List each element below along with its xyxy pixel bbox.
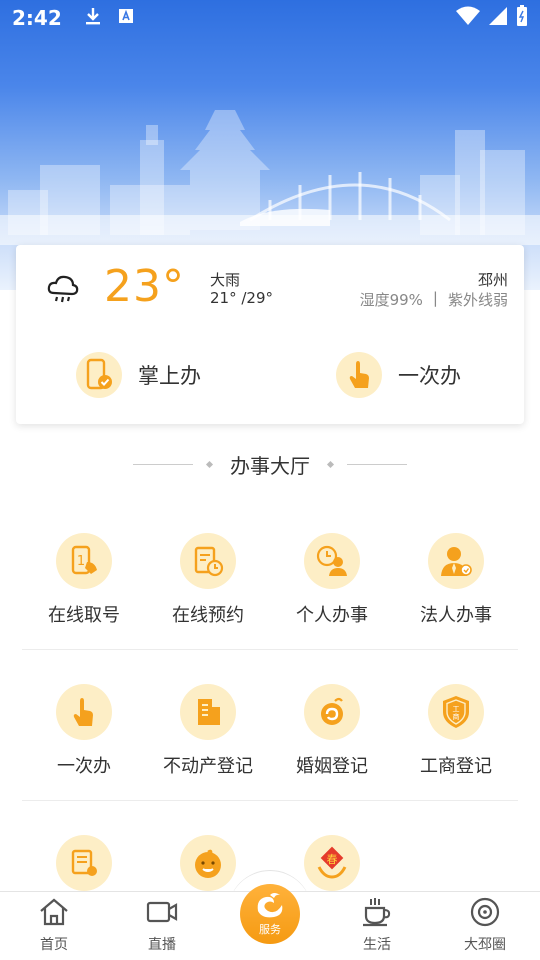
service-label: 婚姻登记: [296, 756, 368, 777]
baby-face-icon: [180, 835, 236, 891]
humidity: 湿度99%: [359, 291, 423, 309]
service-label: 个人办事: [296, 605, 368, 626]
title-divider-right: [347, 464, 407, 465]
separator: |: [432, 289, 438, 307]
nav-label: 直播: [148, 937, 176, 953]
take-number-icon: 1: [56, 533, 112, 589]
quick-action-label: 一次办: [398, 364, 461, 388]
uv-index: 紫外线弱: [447, 291, 508, 309]
legal-person-icon: [428, 533, 484, 589]
service-document-fee[interactable]: [22, 835, 146, 891]
home-icon: [37, 896, 71, 932]
wave-logo-icon: [252, 891, 288, 923]
target-circle-icon: [468, 896, 502, 932]
service-label: 不动产登记: [163, 756, 253, 777]
font-icon: [118, 8, 134, 28]
svg-text:春: 春: [327, 853, 338, 866]
appointment-icon: [180, 533, 236, 589]
battery-icon: [516, 5, 528, 31]
service-legal-person[interactable]: 法人办事: [394, 533, 518, 627]
section-title-text: 办事大厅: [230, 454, 310, 478]
service-business-registration[interactable]: 工商 工商登记: [394, 684, 518, 778]
section-title: 办事大厅: [0, 450, 540, 479]
service-label: 法人办事: [420, 605, 492, 626]
nav-service[interactable]: 服务: [240, 884, 300, 944]
service-row-1: 1 在线取号 在线预约 个人办事 法人办事: [0, 533, 540, 673]
nav-label: 生活: [363, 937, 391, 953]
status-bar: 2:42: [0, 0, 540, 36]
spring-festival-icon: 春: [304, 835, 360, 891]
nav-label: 首页: [40, 937, 68, 953]
service-real-estate[interactable]: 不动产登记: [146, 684, 270, 778]
coffee-cup-icon: [360, 896, 394, 932]
title-divider-left: [133, 464, 193, 465]
service-label: 在线取号: [48, 605, 120, 626]
weather-description: 大雨: [210, 271, 241, 289]
business-shield-icon: 工商: [428, 684, 484, 740]
city-name[interactable]: 邳州: [478, 269, 508, 290]
finger-tap-icon: [336, 352, 382, 398]
quick-action-mobile[interactable]: 掌上办: [76, 352, 201, 398]
service-marriage[interactable]: 婚姻登记: [270, 684, 394, 778]
nav-label: 大邳圈: [464, 937, 506, 953]
status-time: 2:42: [12, 6, 62, 30]
service-label: 在线预约: [172, 605, 244, 626]
real-estate-icon: [180, 684, 236, 740]
person-affairs-icon: [304, 533, 360, 589]
temperature: 23°: [104, 261, 185, 312]
video-camera-icon: [145, 896, 179, 932]
service-row-2: 一次办 不动产登记 婚姻登记 工商 工商登记: [0, 684, 540, 824]
rain-cloud-icon: [46, 273, 80, 311]
marriage-icon: [304, 684, 360, 740]
nav-life[interactable]: 生活: [327, 892, 427, 960]
temperature-range: 21° /29°: [210, 289, 273, 307]
title-dot-right: [326, 460, 335, 469]
nav-circle[interactable]: 大邳圈: [435, 892, 535, 960]
phone-check-icon: [76, 352, 122, 398]
service-take-number[interactable]: 1 在线取号: [22, 533, 146, 627]
quick-action-once[interactable]: 一次办: [336, 352, 461, 398]
title-dot-left: [205, 460, 214, 469]
nav-live[interactable]: 直播: [112, 892, 212, 960]
signal-icon: [488, 6, 508, 30]
document-coin-icon: [56, 835, 112, 891]
nav-home[interactable]: 首页: [4, 892, 104, 960]
nav-label: 服务: [259, 923, 281, 936]
humidity-uv-row: 湿度99% | 紫外线弱: [360, 289, 508, 310]
row-divider: [22, 649, 518, 650]
svg-text:商: 商: [453, 712, 460, 721]
service-label: 工商登记: [420, 756, 492, 777]
quick-action-label: 掌上办: [138, 364, 201, 388]
service-appointment[interactable]: 在线预约: [146, 533, 270, 627]
wifi-icon: [456, 6, 480, 30]
service-personal-affairs[interactable]: 个人办事: [270, 533, 394, 627]
download-icon: [84, 6, 102, 30]
svg-text:1: 1: [77, 554, 85, 569]
service-label: 一次办: [57, 756, 111, 777]
weather-card: 23° 大雨 21° /29° 邳州 湿度99% | 紫外线弱 掌上办 一次办: [16, 245, 524, 424]
finger-tap-icon: [56, 684, 112, 740]
svg-text:工: 工: [453, 705, 460, 713]
service-once[interactable]: 一次办: [22, 684, 146, 778]
row-divider: [22, 800, 518, 801]
